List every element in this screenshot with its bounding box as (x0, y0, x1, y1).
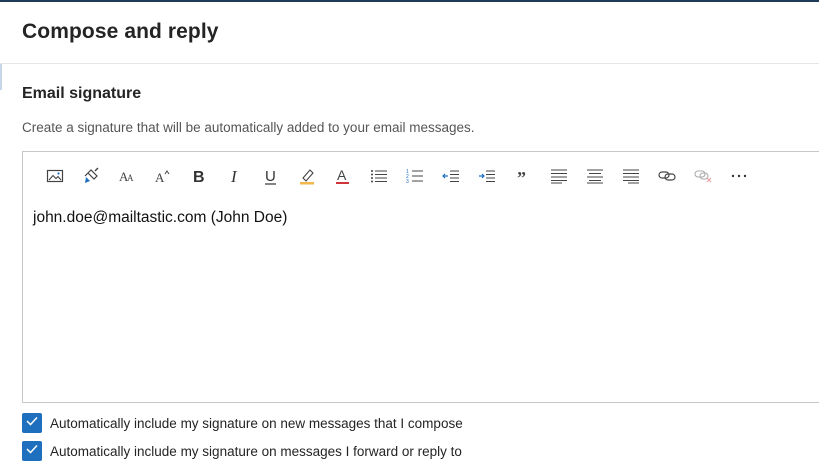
bold-icon: B (191, 167, 207, 185)
format-painter-button[interactable] (73, 163, 109, 189)
section-title: Email signature (22, 85, 142, 102)
numbering-icon: 123 (406, 168, 424, 184)
more-options-icon (730, 173, 748, 179)
page-title: Compose and reply (22, 20, 219, 43)
italic-button[interactable]: I (217, 163, 253, 189)
include-on-forward-reply-option[interactable]: Automatically include my signature on me… (22, 441, 462, 461)
align-right-icon (622, 168, 640, 184)
signature-editor[interactable]: AA A B I U A 1 2 3 ” john.doe@mailtastic… (22, 151, 819, 403)
align-center-button[interactable] (577, 163, 613, 189)
svg-text:B: B (193, 169, 205, 185)
insert-picture-button[interactable] (37, 163, 73, 189)
insert-link-button[interactable] (649, 163, 685, 189)
decrease-indent-button[interactable] (433, 163, 469, 189)
increase-font-size-icon: A (154, 168, 172, 184)
svg-text:”: ” (517, 168, 526, 184)
remove-link-icon (694, 169, 712, 183)
checkmark-icon (25, 442, 39, 460)
svg-text:A: A (155, 170, 165, 184)
svg-text:3: 3 (406, 179, 409, 184)
font-color-icon: A (334, 167, 352, 185)
align-left-button[interactable] (541, 163, 577, 189)
increase-indent-button[interactable] (469, 163, 505, 189)
include-on-new-messages-option[interactable]: Automatically include my signature on ne… (22, 413, 463, 433)
align-left-icon (550, 168, 568, 184)
left-rail-indicator (0, 64, 2, 90)
decrease-indent-icon (442, 168, 460, 184)
insert-picture-icon (46, 168, 64, 184)
italic-icon: I (227, 167, 243, 185)
highlight-icon (298, 167, 316, 185)
increase-font-size-button[interactable]: A (145, 163, 181, 189)
svg-text:A: A (337, 167, 347, 183)
insert-link-icon (658, 169, 676, 183)
svg-text:I: I (230, 167, 238, 185)
include-on-new-messages-checkbox[interactable] (22, 413, 42, 433)
underline-button[interactable]: U (253, 163, 289, 189)
signature-content[interactable]: john.doe@mailtastic.com (John Doe) (33, 209, 287, 227)
checkmark-icon (25, 414, 39, 432)
more-options-button[interactable] (721, 163, 757, 189)
section-description: Create a signature that will be automati… (22, 120, 475, 135)
highlight-button[interactable] (289, 163, 325, 189)
numbering-button[interactable]: 123 (397, 163, 433, 189)
font-color-button[interactable]: A (325, 163, 361, 189)
font-size-icon: AA (118, 168, 136, 184)
underline-icon: U (263, 167, 279, 185)
bold-button[interactable]: B (181, 163, 217, 189)
align-center-icon (586, 168, 604, 184)
format-painter-icon (82, 167, 100, 185)
svg-text:U: U (265, 168, 276, 185)
quote-icon: ” (516, 168, 530, 184)
include-on-forward-reply-checkbox[interactable] (22, 441, 42, 461)
bullets-icon (370, 168, 388, 184)
align-right-button[interactable] (613, 163, 649, 189)
include-on-new-messages-label: Automatically include my signature on ne… (50, 415, 463, 431)
formatting-toolbar: AA A B I U A 1 2 3 ” (37, 163, 757, 189)
font-size-button[interactable]: AA (109, 163, 145, 189)
quote-button[interactable]: ” (505, 163, 541, 189)
increase-indent-icon (478, 168, 496, 184)
include-on-forward-reply-label: Automatically include my signature on me… (50, 443, 462, 459)
bullets-button[interactable] (361, 163, 397, 189)
remove-link-button (685, 163, 721, 189)
settings-header: Compose and reply (0, 2, 819, 64)
svg-text:A: A (127, 173, 134, 183)
